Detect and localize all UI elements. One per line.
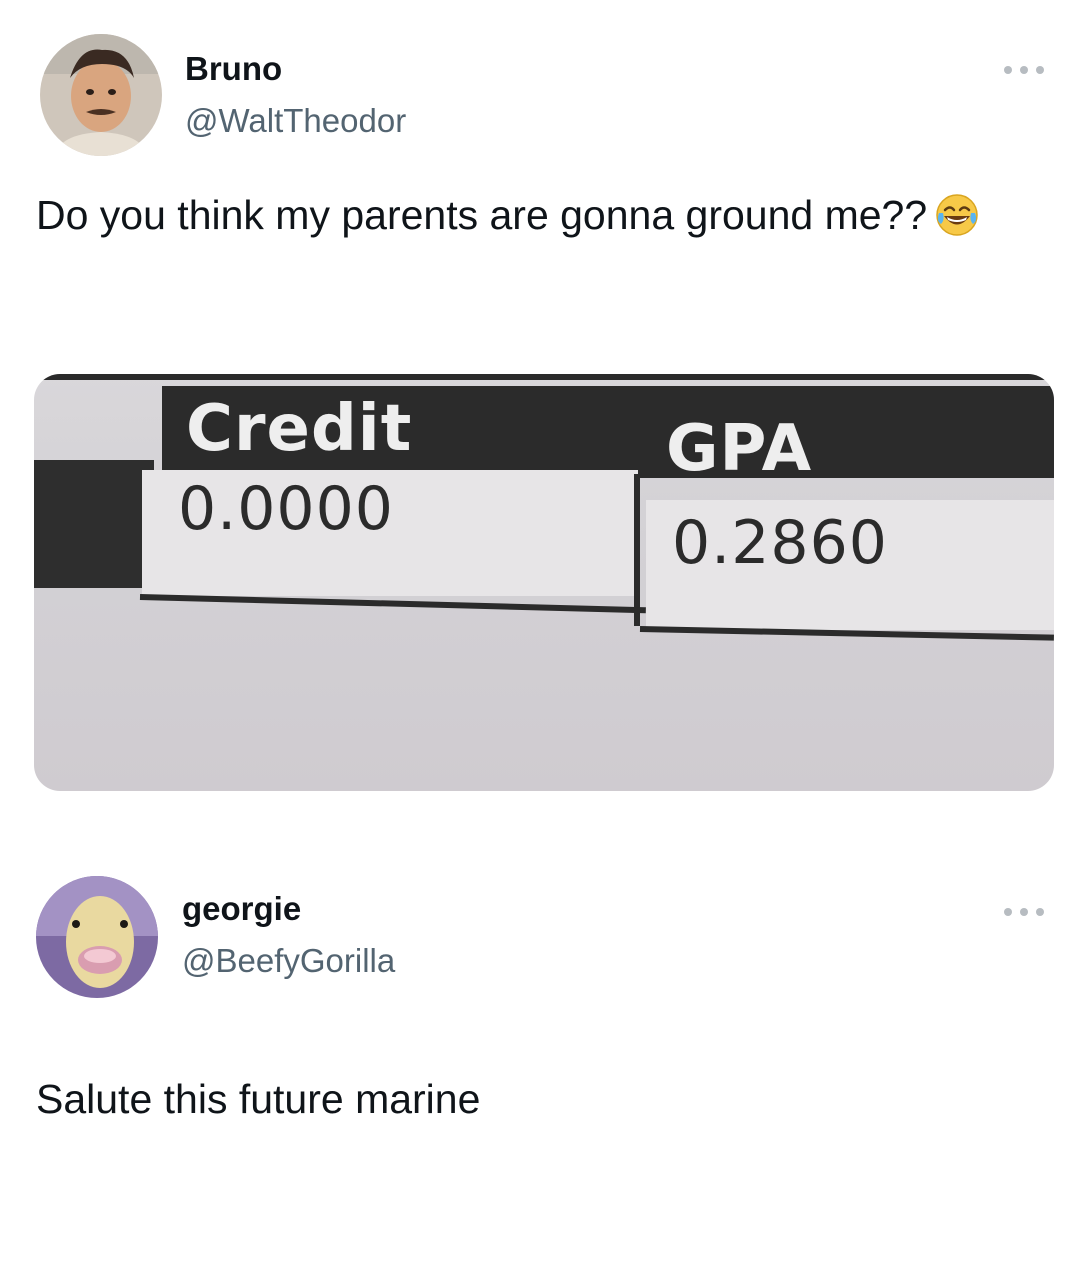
more-options-icon[interactable] [1004, 62, 1044, 78]
tweet-image[interactable]: Credit GPA 0.0000 0.2860 [34, 374, 1054, 791]
gpa-value: 0.2860 [672, 508, 888, 578]
display-name[interactable]: Bruno [185, 50, 282, 88]
tweet-text-content: Do you think my parents are gonna ground… [36, 192, 928, 238]
user-handle[interactable]: @WaltTheodor [185, 102, 406, 140]
more-dot [1020, 908, 1028, 916]
tweet: Bruno @WaltTheodor Do you think my paren… [0, 0, 1088, 820]
face-with-tears-of-joy-icon [935, 193, 979, 253]
gpa-header: GPA [666, 412, 813, 486]
more-options-icon[interactable] [1004, 904, 1044, 920]
credit-header: Credit [186, 392, 413, 466]
display-name[interactable]: georgie [182, 890, 301, 928]
user-handle[interactable]: @BeefyGorilla [182, 942, 395, 980]
reply-text: Salute this future marine [36, 1076, 481, 1122]
tweet-text: Do you think my parents are gonna ground… [36, 186, 996, 253]
more-dot [1020, 66, 1028, 74]
cell-divider [634, 474, 640, 626]
reply-tweet: georgie @BeefyGorilla Salute this future… [0, 860, 1088, 1160]
avatar-photo [36, 876, 158, 998]
table-left-block [34, 460, 154, 588]
avatar-photo [40, 34, 162, 156]
more-dot [1004, 908, 1012, 916]
more-dot [1036, 66, 1044, 74]
credit-value: 0.0000 [178, 474, 394, 544]
cell-bottom-border [139, 594, 646, 614]
image-edge [34, 374, 1054, 380]
more-dot [1036, 908, 1044, 916]
avatar[interactable] [36, 876, 158, 998]
more-dot [1004, 66, 1012, 74]
avatar[interactable] [40, 34, 162, 156]
